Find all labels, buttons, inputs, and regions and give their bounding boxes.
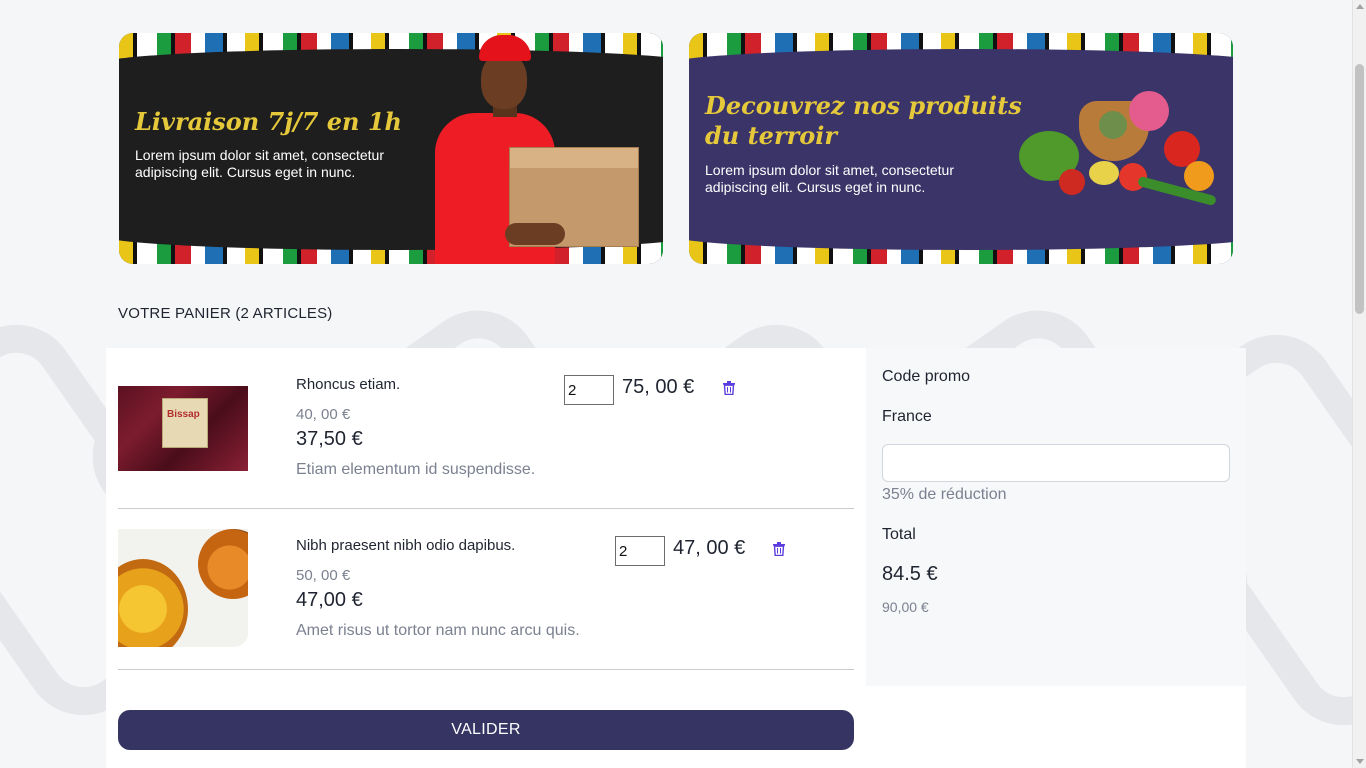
product-image-label: Bissap xyxy=(167,409,200,420)
product-name[interactable]: Nibh praesent nibh odio dapibus. xyxy=(296,537,515,554)
product-description: Amet risus ut tortor nam nunc arcu quis. xyxy=(296,622,580,639)
order-summary: Code promo France 35% de réduction Total… xyxy=(866,348,1246,686)
delivery-banner[interactable]: Livraison 7j/7 en 1h Lorem ipsum dolor s… xyxy=(119,33,663,264)
country-label: France xyxy=(882,408,932,425)
total-label: Total xyxy=(882,526,916,543)
product-description: Etiam elementum id suspendisse. xyxy=(296,461,536,478)
product-name[interactable]: Rhoncus etiam. xyxy=(296,376,400,393)
scrollbar-thumb[interactable] xyxy=(1355,64,1364,314)
cart-panel: Bissap Rhoncus etiam. 40, 00 € 37,50 € E… xyxy=(106,348,866,768)
product-old-price: 40, 00 € xyxy=(296,406,351,423)
delivery-man-image xyxy=(435,33,663,264)
banner-text: Lorem ipsum dolor sit amet, consectetur … xyxy=(705,162,954,195)
scroll-up-arrow-icon[interactable] xyxy=(1356,4,1364,9)
banner-title: Livraison 7j/7 en 1h xyxy=(135,107,402,136)
validate-button[interactable]: VALIDER xyxy=(118,710,854,750)
promo-code-input[interactable] xyxy=(882,444,1230,482)
line-total: 75, 00 € xyxy=(622,376,695,398)
summary-footer xyxy=(866,686,1246,768)
product-old-price: 50, 00 € xyxy=(296,567,351,584)
total-value: 84.5 € xyxy=(882,563,938,585)
discount-text: 35% de réduction xyxy=(882,486,1007,503)
total-old-price: 90,00 € xyxy=(882,599,929,615)
vegetables-image xyxy=(1019,91,1219,211)
banner-title: Decouvrez nos produits du terroir xyxy=(705,91,1022,150)
product-price: 37,50 € xyxy=(296,428,363,450)
product-image[interactable]: Bissap xyxy=(118,386,248,471)
banner-text: Lorem ipsum dolor sit amet, consectetur … xyxy=(135,147,384,180)
scroll-down-arrow-icon[interactable] xyxy=(1356,759,1364,764)
page-scrollbar[interactable] xyxy=(1352,0,1366,768)
quantity-input[interactable] xyxy=(564,375,614,405)
promo-code-label: Code promo xyxy=(882,368,971,385)
product-image[interactable] xyxy=(118,529,248,647)
local-products-banner[interactable]: Decouvrez nos produits du terroir Lorem … xyxy=(689,33,1233,264)
cart-item: Bissap Rhoncus etiam. 40, 00 € 37,50 € E… xyxy=(118,348,854,509)
product-price: 47,00 € xyxy=(296,589,363,611)
quantity-input[interactable] xyxy=(615,536,665,566)
trash-icon[interactable] xyxy=(773,542,785,556)
cart-title: VOTRE PANIER (2 ARTICLES) xyxy=(118,305,333,322)
trash-icon[interactable] xyxy=(723,381,735,395)
cart-item: Nibh praesent nibh odio dapibus. 50, 00 … xyxy=(118,509,854,670)
line-total: 47, 00 € xyxy=(673,537,746,559)
